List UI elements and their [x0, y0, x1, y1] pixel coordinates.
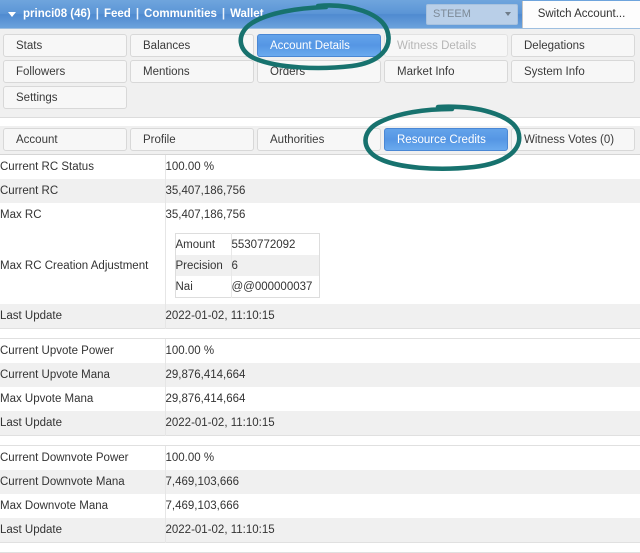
nav-link-feed[interactable]: Feed: [104, 8, 131, 20]
row-value-max-rc-creation-adjustment: Amount 5530772092 Precision 6 Nai @@0000…: [165, 227, 640, 304]
title-bar-actions: STEEM Switch Account...: [426, 0, 640, 28]
subtab-witness-votes[interactable]: Witness Votes (0): [511, 128, 635, 151]
tab-orders[interactable]: Orders: [257, 60, 381, 83]
row-value-current-upvote-mana: 29,876,414,664: [165, 363, 640, 387]
tab-settings[interactable]: Settings: [3, 86, 127, 109]
subrow-key-nai: Nai: [175, 276, 231, 298]
subtable-row: Nai @@000000037: [175, 276, 319, 298]
row-value-max-downvote-mana: 7,469,103,666: [165, 494, 640, 518]
row-value-rc-last-update: 2022-01-02, 11:10:15: [165, 304, 640, 329]
subtab-authorities[interactable]: Authorities: [257, 128, 381, 151]
subtable-row: Precision 6: [175, 255, 319, 276]
tab-system-info[interactable]: System Info: [511, 60, 635, 83]
subtab-resource-credits[interactable]: Resource Credits: [384, 128, 508, 151]
tab-filler-2: [257, 86, 381, 109]
row-value-downvote-last-update: 2022-01-02, 11:10:15: [165, 518, 640, 543]
row-label-max-downvote-mana: Max Downvote Mana: [0, 494, 165, 518]
tab-account-details[interactable]: Account Details: [257, 34, 381, 57]
subrow-value-nai: @@000000037: [231, 276, 319, 298]
row-label-current-downvote-mana: Current Downvote Mana: [0, 470, 165, 494]
subrow-value-precision: 6: [231, 255, 319, 276]
nav-separator-1: |: [96, 8, 99, 20]
row-label-downvote-last-update: Last Update: [0, 518, 165, 543]
table-row: Last Update 2022-01-02, 11:10:15: [0, 304, 640, 329]
row-label-max-upvote-mana: Max Upvote Mana: [0, 387, 165, 411]
table-row: Last Update 2022-01-02, 11:10:15: [0, 411, 640, 436]
tab-balances[interactable]: Balances: [130, 34, 254, 57]
table-bottom-separator: [0, 543, 640, 553]
caret-down-icon[interactable]: [8, 12, 16, 17]
tab-stats[interactable]: Stats: [3, 34, 127, 57]
subtab-account[interactable]: Account: [3, 128, 127, 151]
row-label-upvote-last-update: Last Update: [0, 411, 165, 436]
row-value-current-upvote-power: 100.00 %: [165, 339, 640, 364]
account-name-label[interactable]: princi08 (46): [23, 8, 91, 20]
row-value-current-rc: 35,407,186,756: [165, 179, 640, 203]
row-value-current-downvote-mana: 7,469,103,666: [165, 470, 640, 494]
row-label-max-rc: Max RC: [0, 203, 165, 227]
table-row: Last Update 2022-01-02, 11:10:15: [0, 518, 640, 543]
table-row-adjustment: Max RC Creation Adjustment Amount 553077…: [0, 227, 640, 304]
primary-tab-row-3: Settings: [0, 86, 640, 112]
row-value-max-upvote-mana: 29,876,414,664: [165, 387, 640, 411]
table-row: Current Downvote Power 100.00 %: [0, 446, 640, 471]
tab-filler-4: [511, 86, 635, 109]
resource-credits-table: Current RC Status 100.00 % Current RC 35…: [0, 155, 640, 553]
app-title-bar: princi08 (46) | Feed | Communities | Wal…: [0, 0, 640, 29]
tab-market-info[interactable]: Market Info: [384, 60, 508, 83]
chain-select-value: STEEM: [433, 8, 471, 20]
row-label-current-upvote-mana: Current Upvote Mana: [0, 363, 165, 387]
table-row: Max RC 35,407,186,756: [0, 203, 640, 227]
table-row: Current Upvote Mana 29,876,414,664: [0, 363, 640, 387]
switch-account-button[interactable]: Switch Account...: [522, 1, 640, 28]
primary-tab-group: Stats Balances Account Details Witness D…: [0, 29, 640, 118]
row-value-max-rc: 35,407,186,756: [165, 203, 640, 227]
row-label-rc-last-update: Last Update: [0, 304, 165, 329]
tab-mentions[interactable]: Mentions: [130, 60, 254, 83]
tab-filler-1: [130, 86, 254, 109]
tab-group-divider: [0, 112, 640, 118]
tab-filler-3: [384, 86, 508, 109]
tab-delegations[interactable]: Delegations: [511, 34, 635, 57]
row-label-current-rc-status: Current RC Status: [0, 155, 165, 179]
tab-followers[interactable]: Followers: [3, 60, 127, 83]
nav-separator-2: |: [136, 8, 139, 20]
subrow-key-amount: Amount: [175, 234, 231, 256]
subtable-row: Amount 5530772092: [175, 234, 319, 256]
table-row: Max Upvote Mana 29,876,414,664: [0, 387, 640, 411]
tab-witness-details: Witness Details: [384, 34, 508, 57]
nav-separator-3: |: [222, 8, 225, 20]
nav-link-communities[interactable]: Communities: [144, 8, 217, 20]
nav-link-wallet[interactable]: Wallet: [230, 8, 263, 20]
table-row: Current Upvote Power 100.00 %: [0, 339, 640, 364]
chevron-down-icon: [505, 12, 511, 16]
title-bar-nav: princi08 (46) | Feed | Communities | Wal…: [0, 8, 264, 20]
row-value-current-downvote-power: 100.00 %: [165, 446, 640, 471]
table-row: Current Downvote Mana 7,469,103,666: [0, 470, 640, 494]
subrow-value-amount: 5530772092: [231, 234, 319, 256]
secondary-tab-group: Account Profile Authorities Resource Cre…: [0, 126, 640, 155]
group-separator-downvote: [0, 436, 640, 446]
primary-tab-row-2: Followers Mentions Orders Market Info Sy…: [0, 60, 640, 86]
row-label-current-upvote-power: Current Upvote Power: [0, 339, 165, 364]
adjustment-subtable: Amount 5530772092 Precision 6 Nai @@0000…: [175, 233, 320, 298]
subrow-key-precision: Precision: [175, 255, 231, 276]
row-value-upvote-last-update: 2022-01-02, 11:10:15: [165, 411, 640, 436]
subtab-profile[interactable]: Profile: [130, 128, 254, 151]
adjustment-subtable-wrap: Amount 5530772092 Precision 6 Nai @@0000…: [166, 227, 640, 304]
table-row: Max Downvote Mana 7,469,103,666: [0, 494, 640, 518]
table-row: Current RC 35,407,186,756: [0, 179, 640, 203]
table-row: Current RC Status 100.00 %: [0, 155, 640, 179]
row-label-max-rc-creation-adjustment: Max RC Creation Adjustment: [0, 227, 165, 304]
primary-tab-row-1: Stats Balances Account Details Witness D…: [0, 34, 640, 60]
row-value-current-rc-status: 100.00 %: [165, 155, 640, 179]
group-separator-upvote: [0, 329, 640, 339]
chain-select-dropdown[interactable]: STEEM: [426, 4, 518, 25]
row-label-current-rc: Current RC: [0, 179, 165, 203]
row-label-current-downvote-power: Current Downvote Power: [0, 446, 165, 471]
